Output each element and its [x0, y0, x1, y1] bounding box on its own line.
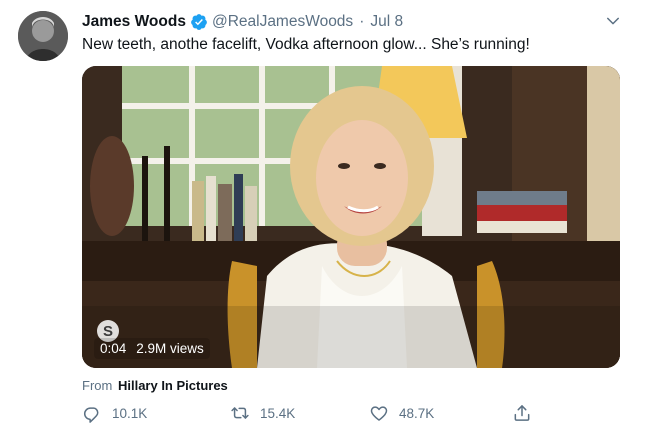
source-attribution: From Hillary In Pictures [82, 378, 228, 393]
retweet-icon [231, 407, 249, 419]
tweet[interactable]: James Woods @RealJamesWoods · Jul 8 New … [0, 0, 650, 432]
source-account-link[interactable]: Hillary In Pictures [118, 378, 228, 393]
tweet-date[interactable]: Jul 8 [370, 13, 403, 31]
video-duration: 0:04 [100, 341, 127, 356]
avatar[interactable] [18, 11, 68, 61]
heart-icon [370, 406, 388, 421]
tweet-header: James Woods @RealJamesWoods · Jul 8 [82, 11, 403, 33]
author-name[interactable]: James Woods [82, 13, 186, 31]
reply-icon [83, 407, 99, 423]
tweet-text: New teeth, anothe facelift, Vodka aftern… [82, 36, 530, 53]
video-meta: 0:04 2.9M views [94, 338, 210, 359]
source-prefix: From [82, 378, 113, 393]
share-icon [514, 405, 530, 421]
reply-count: 10.1K [112, 405, 148, 421]
video-frame [82, 66, 620, 368]
tweet-actions: 10.1K 15.4K 48.7K [82, 403, 532, 431]
video-views: 2.9M views [136, 341, 204, 356]
like-button[interactable]: 48.7K [369, 403, 434, 423]
reply-button[interactable]: 10.1K [82, 403, 147, 423]
like-count: 48.7K [399, 405, 435, 421]
share-button[interactable] [512, 403, 532, 423]
separator-dot: · [359, 13, 365, 30]
author-handle[interactable]: @RealJamesWoods [212, 13, 353, 31]
chevron-down-icon[interactable] [604, 12, 622, 30]
retweet-button[interactable]: 15.4K [230, 403, 295, 423]
avatar-image [18, 11, 68, 61]
verified-badge-icon [190, 13, 208, 31]
retweet-count: 15.4K [260, 405, 296, 421]
video-player[interactable]: S 0:04 2.9M views [82, 66, 620, 368]
